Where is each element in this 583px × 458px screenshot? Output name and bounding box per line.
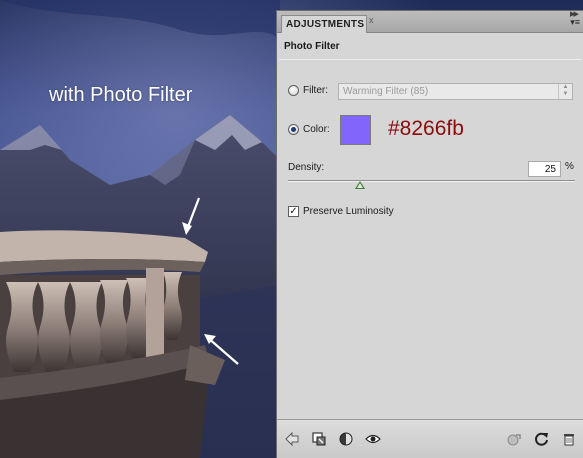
image-caption: with Photo Filter [49,84,193,106]
filter-radio[interactable] [288,85,299,96]
previous-state-icon[interactable] [506,431,522,447]
panel-menu-icon[interactable]: ▾≡ [570,17,580,28]
color-radio[interactable] [288,124,299,135]
dropdown-arrows-icon: ▲ ▼ [558,84,572,99]
eye-icon[interactable] [365,431,381,447]
reset-icon[interactable] [534,431,550,447]
color-hex-annotation: #8266fb [388,117,464,140]
density-input[interactable]: 25 [528,161,561,177]
color-label: Color: [303,124,330,135]
layer-visibility-circle-icon[interactable] [338,431,354,447]
color-swatch[interactable] [340,115,371,145]
density-slider-thumb[interactable] [354,181,365,189]
title-divider [279,59,581,60]
clip-layer-icon[interactable] [311,431,327,447]
panel-bottom-toolbar [277,419,583,458]
tab-close-icon[interactable]: x [369,15,374,25]
trash-icon[interactable] [561,431,577,447]
back-arrow-icon[interactable] [284,431,300,447]
filter-label: Filter: [303,85,328,96]
filter-dropdown-value: Warming Filter (85) [343,86,429,97]
panel-tab-bar: ADJUSTMENTS x ▸▸ ▾≡ [277,8,583,33]
panel-title: Photo Filter [284,41,340,52]
density-label: Density: [288,162,325,173]
tab-adjustments[interactable]: ADJUSTMENTS [281,15,367,33]
adjustments-panel: ADJUSTMENTS x ▸▸ ▾≡ Photo Filter Filter:… [276,8,583,458]
preserve-luminosity-checkbox[interactable]: ✓ [288,206,299,217]
density-unit: % [565,161,574,172]
density-slider-track[interactable] [288,180,575,182]
preserve-luminosity-label: Preserve Luminosity [303,206,394,217]
filter-dropdown[interactable]: Warming Filter (85) ▲ ▼ [338,83,573,100]
